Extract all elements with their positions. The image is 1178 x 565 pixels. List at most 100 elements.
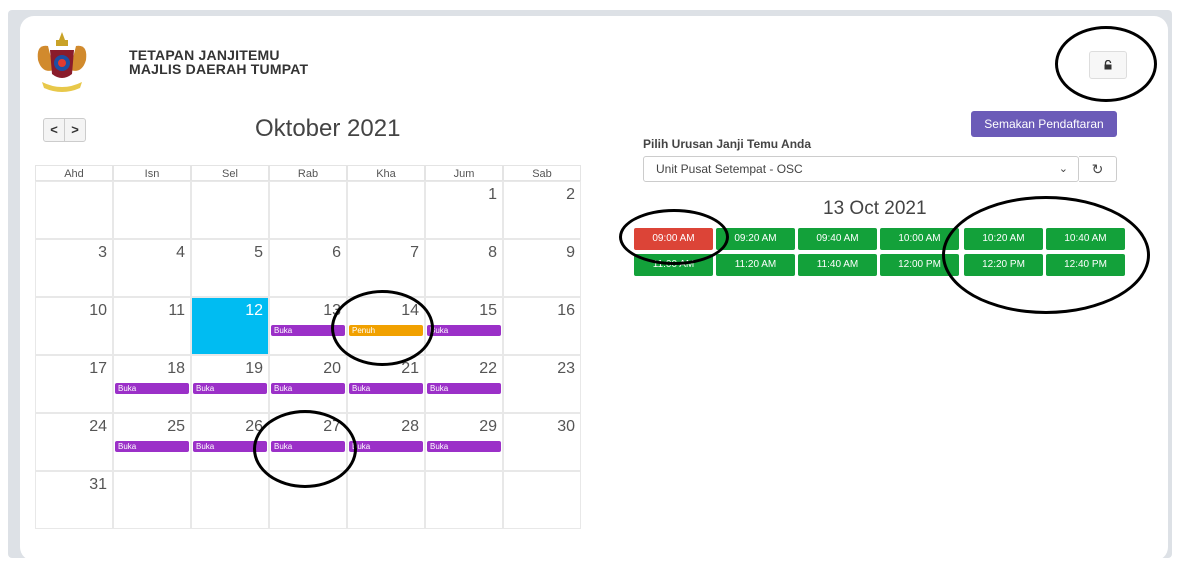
day-number: 20 <box>323 360 341 377</box>
weekday-header: Kha <box>347 165 425 181</box>
annotation-circle <box>619 209 729 265</box>
day-number: 2 <box>566 186 575 203</box>
time-slot-button[interactable]: 09:40 AM <box>798 228 877 250</box>
weekday-header: Isn <box>113 165 191 181</box>
calendar-day-cell[interactable]: 11 <box>113 297 191 355</box>
day-number: 29 <box>479 418 497 435</box>
calendar-day-cell[interactable]: 23 <box>503 355 581 413</box>
calendar-day-cell[interactable] <box>503 471 581 529</box>
event-buka[interactable]: Buka <box>349 383 423 394</box>
calendar-day-cell[interactable]: 16 <box>503 297 581 355</box>
service-select-value: Unit Pusat Setempat - OSC <box>656 162 803 176</box>
calendar-day-cell[interactable] <box>35 181 113 239</box>
weekday-header: Sel <box>191 165 269 181</box>
event-buka[interactable]: Buka <box>427 441 501 452</box>
day-number: 6 <box>332 244 341 261</box>
service-select-label: Pilih Urusan Janji Temu Anda <box>643 137 812 151</box>
calendar-day-cell[interactable] <box>113 181 191 239</box>
day-number: 31 <box>89 476 107 493</box>
chevron-left-icon[interactable]: < <box>44 119 64 141</box>
calendar-day-cell[interactable]: 30 <box>503 413 581 471</box>
day-number: 21 <box>401 360 419 377</box>
refresh-button[interactable]: ↻ <box>1079 156 1117 182</box>
event-buka[interactable]: Buka <box>115 383 189 394</box>
calendar-day-cell[interactable]: 8 <box>425 239 503 297</box>
event-buka[interactable]: Buka <box>427 325 501 336</box>
calendar-day-cell[interactable]: 17 <box>35 355 113 413</box>
calendar-day-cell[interactable]: 31 <box>35 471 113 529</box>
calendar-day-cell[interactable] <box>191 471 269 529</box>
calendar-day-cell[interactable]: 6 <box>269 239 347 297</box>
calendar-day-cell[interactable] <box>191 181 269 239</box>
refresh-icon: ↻ <box>1091 160 1104 177</box>
calendar-day-cell[interactable]: 10 <box>35 297 113 355</box>
calendar-day-cell[interactable] <box>347 181 425 239</box>
day-number: 7 <box>410 244 419 261</box>
day-number: 22 <box>479 360 497 377</box>
brand-title-line1: TETAPAN JANJITEMU <box>129 47 280 63</box>
day-number: 17 <box>89 360 107 377</box>
calendar-day-cell[interactable]: 4 <box>113 239 191 297</box>
calendar-day-cell[interactable]: 3 <box>35 239 113 297</box>
annotation-circle <box>942 196 1150 314</box>
calendar-day-cell[interactable]: 22 Buka <box>425 355 503 413</box>
day-number: 5 <box>254 244 263 261</box>
event-buka[interactable]: Buka <box>271 383 345 394</box>
calendar-day-cell[interactable]: 15 Buka <box>425 297 503 355</box>
weekday-header: Ahd <box>35 165 113 181</box>
time-slot-button[interactable]: 11:40 AM <box>798 254 877 276</box>
brand-title-line2: MAJLIS DAERAH TUMPAT <box>129 61 309 77</box>
day-number: 28 <box>401 418 419 435</box>
calendar-day-cell[interactable]: 19 Buka <box>191 355 269 413</box>
calendar-day-cell[interactable]: 20 Buka <box>269 355 347 413</box>
day-number: 3 <box>98 244 107 261</box>
chevron-right-icon[interactable]: > <box>64 119 85 141</box>
day-number: 16 <box>557 302 575 319</box>
calendar-day-cell[interactable]: 7 <box>347 239 425 297</box>
calendar-day-cell[interactable] <box>425 471 503 529</box>
day-number: 12 <box>245 302 263 319</box>
day-number: 19 <box>245 360 263 377</box>
event-buka[interactable]: Buka <box>193 383 267 394</box>
calendar-day-cell[interactable] <box>347 471 425 529</box>
calendar-day-cell[interactable]: 9 <box>503 239 581 297</box>
day-number: 30 <box>557 418 575 435</box>
event-buka[interactable]: Buka <box>349 441 423 452</box>
day-number: 4 <box>176 244 185 261</box>
annotation-circle <box>253 410 357 488</box>
crest-logo <box>32 30 92 96</box>
weekday-header: Sab <box>503 165 581 181</box>
day-number: 8 <box>488 244 497 261</box>
weekday-header: Rab <box>269 165 347 181</box>
day-number: 24 <box>89 418 107 435</box>
annotation-circle <box>331 290 434 366</box>
day-number: 9 <box>566 244 575 261</box>
calendar-day-cell[interactable]: 28 Buka <box>347 413 425 471</box>
day-number: 1 <box>488 186 497 203</box>
day-number: 10 <box>89 302 107 319</box>
calendar-day-cell[interactable]: 12 <box>191 297 269 355</box>
brand-title: TETAPAN JANJITEMU MAJLIS DAERAH TUMPAT <box>129 48 308 76</box>
calendar-day-cell[interactable]: 29 Buka <box>425 413 503 471</box>
service-select[interactable]: Unit Pusat Setempat - OSC ⌄ <box>643 156 1079 182</box>
day-number: 11 <box>168 302 185 319</box>
time-slot-button[interactable]: 11:20 AM <box>716 254 795 276</box>
event-buka[interactable]: Buka <box>115 441 189 452</box>
selected-date-title: 13 Oct 2021 <box>823 198 927 219</box>
day-number: 15 <box>479 302 497 319</box>
calendar-day-cell[interactable]: 18 Buka <box>113 355 191 413</box>
month-title: Oktober 2021 <box>255 115 401 142</box>
calendar-day-cell[interactable]: 1 <box>425 181 503 239</box>
calendar-day-cell[interactable]: 2 <box>503 181 581 239</box>
day-number: 23 <box>557 360 575 377</box>
calendar-day-cell[interactable] <box>113 471 191 529</box>
calendar-day-cell[interactable]: 24 <box>35 413 113 471</box>
calendar-day-cell[interactable]: 5 <box>191 239 269 297</box>
calendar-day-cell[interactable] <box>269 181 347 239</box>
calendar-day-cell[interactable]: 25 Buka <box>113 413 191 471</box>
weekday-header: Jum <box>425 165 503 181</box>
month-nav: < > <box>43 118 86 142</box>
chevron-down-icon: ⌄ <box>1058 163 1068 175</box>
check-registration-button[interactable]: Semakan Pendaftaran <box>971 111 1117 137</box>
event-buka[interactable]: Buka <box>427 383 501 394</box>
